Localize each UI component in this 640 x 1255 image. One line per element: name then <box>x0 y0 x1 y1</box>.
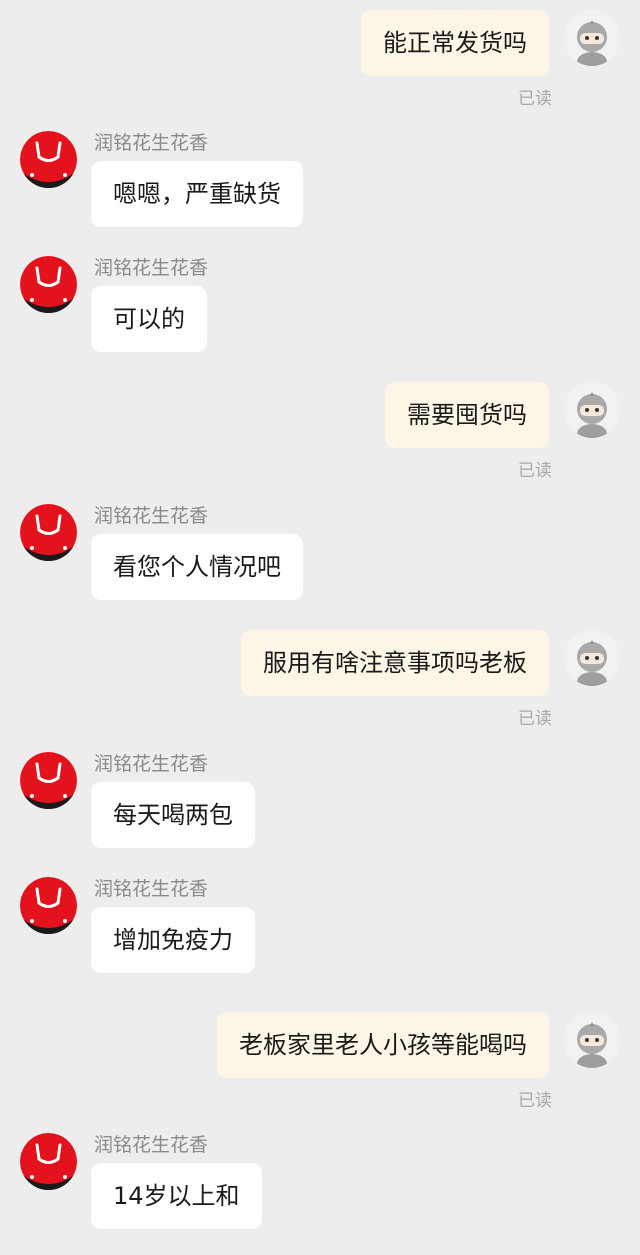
message-bubble[interactable]: 需要囤货吗 <box>385 382 549 448</box>
user-avatar-icon[interactable] <box>564 382 620 438</box>
read-status: 已读 <box>518 709 552 729</box>
shop-avatar-icon[interactable] <box>20 752 77 809</box>
read-status: 已读 <box>518 89 552 109</box>
read-status: 已读 <box>518 1091 552 1111</box>
sender-name: 润铭花生花香 <box>94 878 209 900</box>
shop-avatar-icon[interactable] <box>20 1133 77 1190</box>
message-bubble[interactable]: 每天喝两包 <box>91 782 255 848</box>
shop-avatar-icon[interactable] <box>20 256 77 313</box>
user-avatar-icon[interactable] <box>564 10 620 66</box>
message-bubble[interactable]: 服用有啥注意事项吗老板 <box>241 630 549 696</box>
sender-name: 润铭花生花香 <box>94 1134 209 1156</box>
sender-name: 润铭花生花香 <box>94 753 209 775</box>
message-bubble[interactable]: 老板家里老人小孩等能喝吗 <box>217 1012 549 1078</box>
sender-name: 润铭花生花香 <box>94 505 209 527</box>
user-avatar-icon[interactable] <box>564 630 620 686</box>
user-avatar-icon[interactable] <box>564 1012 620 1068</box>
chat-message-list[interactable]: 能正常发货吗 已读 润铭花生花香 嗯嗯，严重缺货 润铭花生花香 可以的 需要囤货… <box>0 0 640 1255</box>
message-bubble[interactable]: 14岁以上和 <box>91 1163 262 1229</box>
shop-avatar-icon[interactable] <box>20 131 77 188</box>
message-bubble[interactable]: 看您个人情况吧 <box>91 534 303 600</box>
read-status: 已读 <box>518 461 552 481</box>
message-bubble[interactable]: 嗯嗯，严重缺货 <box>91 161 303 227</box>
message-bubble[interactable]: 能正常发货吗 <box>361 10 549 76</box>
sender-name: 润铭花生花香 <box>94 132 209 154</box>
sender-name: 润铭花生花香 <box>94 257 209 279</box>
shop-avatar-icon[interactable] <box>20 504 77 561</box>
message-bubble[interactable]: 可以的 <box>91 286 207 352</box>
message-bubble[interactable]: 增加免疫力 <box>91 907 255 973</box>
shop-avatar-icon[interactable] <box>20 877 77 934</box>
